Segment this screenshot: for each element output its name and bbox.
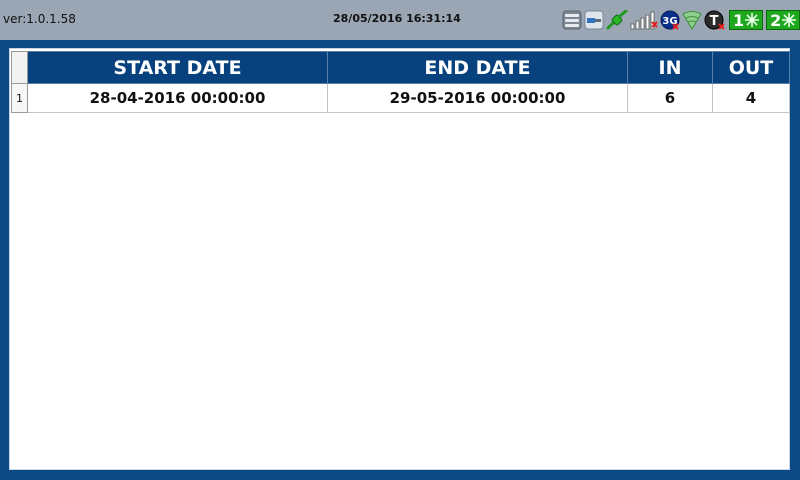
row-index[interactable]: 1 [11,83,28,113]
t-label: T [710,14,719,29]
sim2-icon[interactable]: 2 [766,10,800,30]
sim2-label: 2 [770,10,782,30]
table-corner-cell[interactable] [11,51,28,84]
version-label: ver:1.0.1.58 [3,12,76,26]
storage-icon[interactable] [562,10,582,30]
wifi-icon[interactable] [682,10,702,30]
sim2-sparkle-icon [782,13,797,27]
sim1-label: 1 [733,10,745,30]
column-header-end-date[interactable]: END DATE [327,51,628,84]
t-icon[interactable]: T [704,10,726,30]
column-header-out[interactable]: OUT [712,51,790,84]
sim1-icon[interactable]: 1 [729,10,764,30]
out-cell[interactable]: 4 [712,83,790,113]
status-bar: ver:1.0.1.58 28/05/2016 16:31:14 3G T 1 … [0,0,800,40]
table-header-row: START DATE END DATE IN OUT [11,51,790,84]
datetime-label: 28/05/2016 16:31:14 [333,12,461,25]
sim1-sparkle-icon [745,13,760,27]
data-panel: START DATE END DATE IN OUT 1 28-04-2016 … [9,48,790,470]
column-header-in[interactable]: IN [627,51,713,84]
data-table: START DATE END DATE IN OUT 1 28-04-2016 … [11,51,790,113]
signal-bars-icon[interactable] [630,10,658,30]
end-date-cell[interactable]: 29-05-2016 00:00:00 [327,83,628,113]
table-row[interactable]: 1 28-04-2016 00:00:00 29-05-2016 00:00:0… [11,83,790,113]
in-cell[interactable]: 6 [627,83,713,113]
column-header-start-date[interactable]: START DATE [27,51,328,84]
usb-icon[interactable] [584,10,604,30]
status-icons: 3G T 1 2 [562,9,800,31]
network-plug-icon[interactable] [606,10,628,30]
3g-icon[interactable]: 3G [660,10,680,30]
start-date-cell[interactable]: 28-04-2016 00:00:00 [27,83,328,113]
